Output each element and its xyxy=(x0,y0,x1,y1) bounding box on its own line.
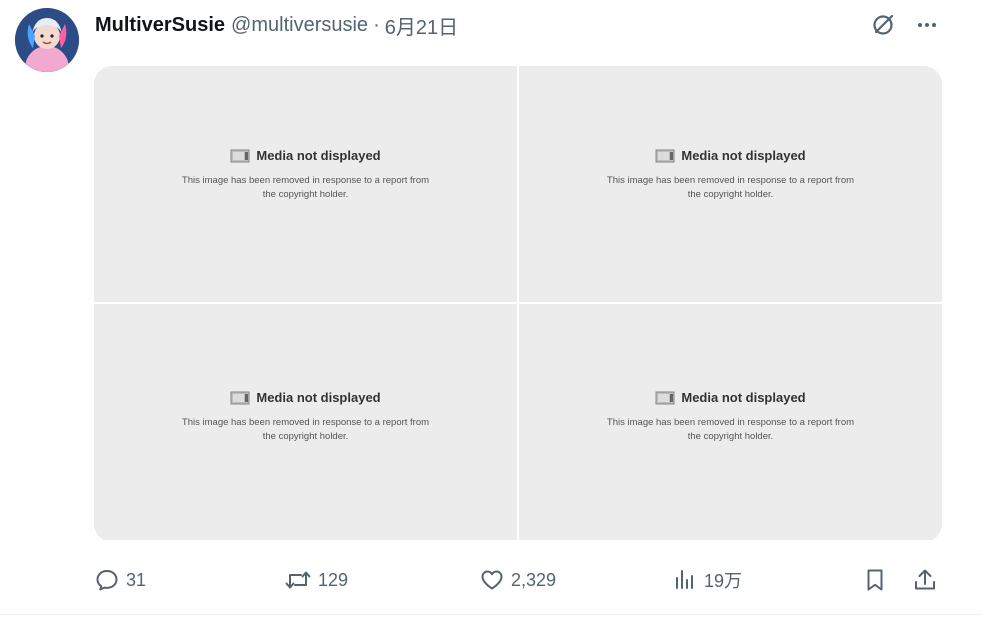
post-date[interactable]: 6月21日 xyxy=(385,11,458,40)
media-not-displayed-title: Media not displayed xyxy=(681,148,806,163)
retweet-button[interactable]: 129 xyxy=(284,560,348,600)
image-removed-icon xyxy=(655,391,675,404)
post-top-actions xyxy=(868,10,942,40)
media-removed-message: This image has been removed in response … xyxy=(181,416,430,442)
retweet-count: 129 xyxy=(318,569,349,590)
reply-icon xyxy=(96,570,118,591)
heart-icon xyxy=(481,570,503,590)
post-header: MultiverSusie @multiversusie · 6月21日 xyxy=(95,10,458,40)
media-placeholder-4[interactable]: Media not displayed This image has been … xyxy=(519,304,942,540)
media-not-displayed-title: Media not displayed xyxy=(256,148,381,163)
author-display-name[interactable]: MultiverSusie xyxy=(95,14,225,37)
reply-count: 31 xyxy=(126,569,147,590)
share-upload-icon xyxy=(915,569,935,590)
retweet-icon xyxy=(285,571,311,589)
author-handle[interactable]: @multiversusie xyxy=(231,14,368,37)
media-removed-message: This image has been removed in response … xyxy=(606,174,855,200)
grok-button[interactable] xyxy=(868,10,898,40)
media-removed-message: This image has been removed in response … xyxy=(181,174,430,200)
separator-dot: · xyxy=(373,13,380,36)
media-not-displayed-title: Media not displayed xyxy=(256,390,381,405)
media-placeholder-1[interactable]: Media not displayed This image has been … xyxy=(94,66,517,302)
views-count: 19万 xyxy=(704,571,743,591)
image-removed-icon xyxy=(655,149,675,162)
more-dots-icon xyxy=(918,23,936,27)
media-placeholder-2[interactable]: Media not displayed This image has been … xyxy=(519,66,942,302)
reply-button[interactable]: 31 xyxy=(94,560,146,600)
post-divider xyxy=(0,614,982,615)
grok-slash-circle-icon xyxy=(873,14,894,35)
media-not-displayed-title: Media not displayed xyxy=(681,390,806,405)
profile-avatar-icon xyxy=(15,8,79,72)
bookmark-icon xyxy=(867,569,883,591)
post-action-bar: 31 129 2,329 19万 xyxy=(94,560,946,600)
image-removed-icon xyxy=(230,391,250,404)
share-button[interactable] xyxy=(912,560,938,600)
media-placeholder-3[interactable]: Media not displayed This image has been … xyxy=(94,304,517,540)
bookmark-button[interactable] xyxy=(862,560,888,600)
more-options-button[interactable] xyxy=(912,10,942,40)
avatar[interactable] xyxy=(15,8,79,72)
like-button[interactable]: 2,329 xyxy=(479,560,556,600)
like-count: 2,329 xyxy=(511,569,557,590)
media-removed-message: This image has been removed in response … xyxy=(606,416,855,442)
media-grid: Media not displayed This image has been … xyxy=(94,66,942,542)
image-removed-icon xyxy=(230,149,250,162)
views-button[interactable]: 19万 xyxy=(672,560,742,600)
views-bar-chart-icon xyxy=(676,570,693,589)
